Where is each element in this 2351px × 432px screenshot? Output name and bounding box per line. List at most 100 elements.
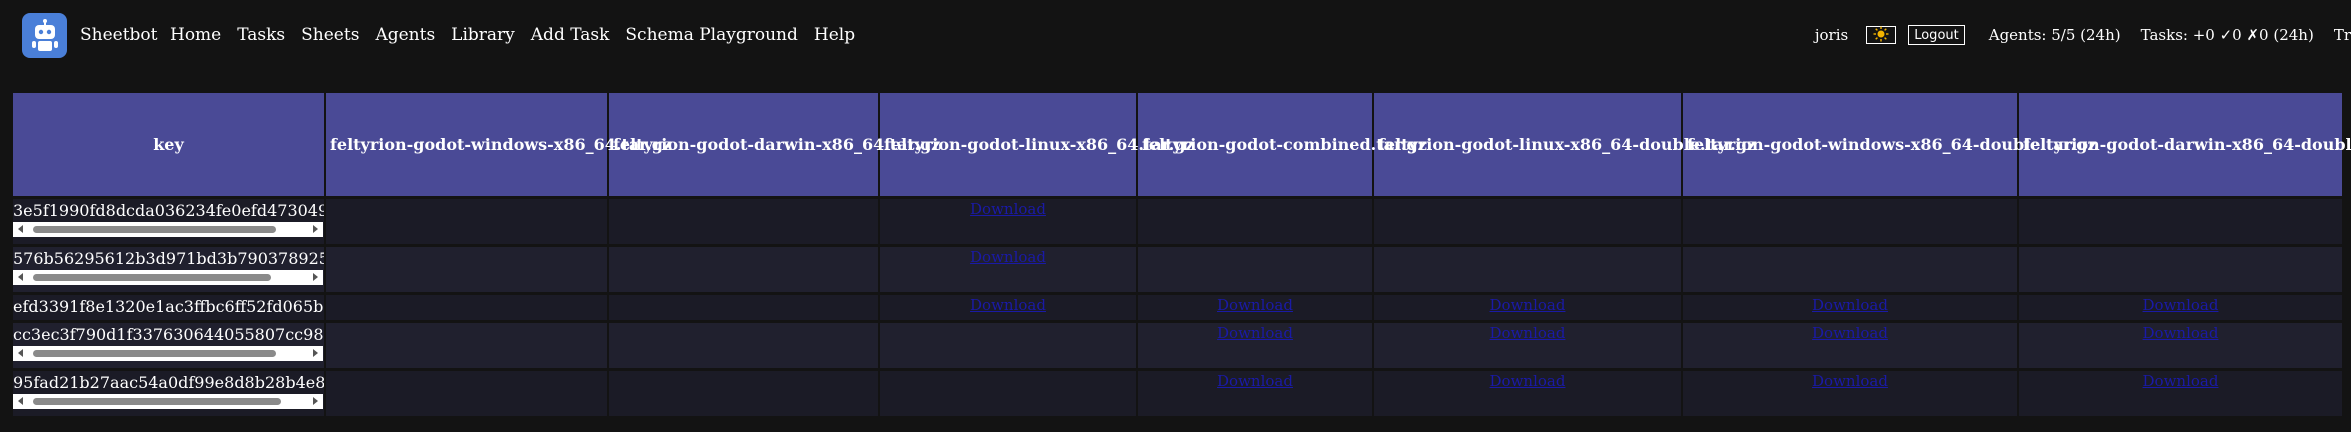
username: joris (1814, 26, 1849, 44)
artifact-cell (325, 293, 609, 323)
download-link[interactable]: Download (970, 247, 1046, 266)
robot-icon[interactable] (22, 13, 67, 58)
artifact-cell: Download (1373, 369, 1683, 419)
table-row: cc3ec3f790d1f337630644055807cc98ecdeaf0c… (13, 321, 2344, 371)
brand-name[interactable]: Sheetbot (80, 25, 158, 45)
nav-library[interactable]: Library (451, 25, 515, 45)
column-header: feltyrion-godot-linux-x86_64.tar.gz (879, 93, 1195, 199)
horizontal-scrollbar[interactable] (13, 222, 323, 237)
artifact-cell (325, 245, 609, 295)
artifact-cell: Download (1373, 321, 1683, 371)
download-link[interactable]: Download (1217, 295, 1293, 314)
artifact-cell: Download (879, 293, 1138, 323)
download-link[interactable]: Download (970, 295, 1046, 314)
horizontal-scrollbar[interactable] (13, 394, 323, 409)
truncated-stat: Tr (2333, 26, 2351, 44)
nav-home[interactable]: Home (170, 25, 221, 45)
artifact-cell (879, 321, 1138, 371)
artifact-cell (608, 245, 880, 295)
nav-agents[interactable]: Agents (375, 25, 435, 45)
artifact-cell (1373, 197, 1683, 247)
scrollbar-thumb[interactable] (33, 226, 276, 233)
download-link[interactable]: Download (1217, 371, 1293, 390)
header-row: key feltyrion-godot-windows-x86_64.tar.g… (13, 93, 2351, 199)
row-key: cc3ec3f790d1f337630644055807cc98ecdeaf0c (13, 325, 324, 344)
artifact-cell: Download (2018, 369, 2344, 419)
scroll-right-icon[interactable] (313, 225, 318, 233)
scrollbar-thumb[interactable] (33, 398, 281, 405)
artifact-cell (1373, 245, 1683, 295)
row-key: efd3391f8e1320e1ac3ffbc6ff52fd065b7dc92f (13, 297, 324, 316)
theme-toggle-button[interactable] (1866, 26, 1897, 45)
artifact-cell (1682, 245, 2019, 295)
download-link[interactable]: Download (1812, 295, 1888, 314)
nav-tasks[interactable]: Tasks (237, 25, 285, 45)
row-key: 576b56295612b3d971bd3b790378925e331f98 (13, 249, 324, 268)
nav-help[interactable]: Help (814, 25, 855, 45)
download-link[interactable]: Download (1490, 295, 1566, 314)
column-header: feltyrion-godot-darwin-x86_64.tar.gz (608, 93, 940, 199)
download-link[interactable]: Download (2143, 323, 2219, 342)
table-row: 576b56295612b3d971bd3b790378925e331f98 Do… (13, 245, 2344, 295)
column-header: feltyrion-godot-linux-x86_64-double.tar.… (1373, 93, 1756, 199)
artifact-cell: Download (1373, 293, 1683, 323)
artifact-cell: Download (2018, 293, 2344, 323)
artifact-cell (325, 369, 609, 419)
artifact-cell: Download (1137, 369, 1374, 419)
artifact-cell (1682, 197, 2019, 247)
key-cell: 95fad21b27aac54a0df99e8d8b28b4e8ef8224d1 (13, 369, 326, 419)
row-key: 95fad21b27aac54a0df99e8d8b28b4e8ef8224d1 (13, 373, 324, 392)
artifact-cell (1137, 245, 1374, 295)
table-row: 3e5f1990fd8dcda036234fe0efd47304922df528… (13, 197, 2344, 247)
artifact-cell: Download (879, 197, 1138, 247)
scroll-left-icon[interactable] (18, 397, 23, 405)
download-link[interactable]: Download (1217, 323, 1293, 342)
nav-sheets[interactable]: Sheets (301, 25, 359, 45)
agents-stat: Agents: 5/5 (24h) (1988, 26, 2121, 44)
artifact-cell: Download (1682, 321, 2019, 371)
table-row: 95fad21b27aac54a0df99e8d8b28b4e8ef8224d1… (13, 369, 2344, 419)
scrollbar-thumb[interactable] (33, 350, 276, 357)
scrollbar-thumb[interactable] (33, 274, 271, 281)
sheet-table-container: key feltyrion-godot-windows-x86_64.tar.g… (13, 93, 2351, 419)
scroll-left-icon[interactable] (18, 273, 23, 281)
artifact-cell: Download (1682, 293, 2019, 323)
scroll-right-icon[interactable] (313, 397, 318, 405)
scroll-right-icon[interactable] (313, 349, 318, 357)
key-cell: cc3ec3f790d1f337630644055807cc98ecdeaf0c (13, 321, 326, 371)
top-navbar: Sheetbot Home Tasks Sheets Agents Librar… (0, 0, 2351, 70)
download-link[interactable]: Download (1812, 371, 1888, 390)
artifact-cell (879, 369, 1138, 419)
artifact-cell (325, 197, 609, 247)
nav-add-task[interactable]: Add Task (531, 25, 610, 45)
artifact-cell (608, 369, 880, 419)
download-link[interactable]: Download (970, 199, 1046, 218)
download-link[interactable]: Download (1490, 323, 1566, 342)
horizontal-scrollbar[interactable] (13, 270, 323, 285)
artifact-cell: Download (1137, 321, 1374, 371)
download-link[interactable]: Download (1812, 323, 1888, 342)
artifact-cell: Download (1682, 369, 2019, 419)
tasks-stat: Tasks: +0 ✓0 ✗0 (24h) (2140, 26, 2314, 44)
horizontal-scrollbar[interactable] (13, 346, 323, 361)
column-header-key: key (13, 93, 326, 199)
row-key: 3e5f1990fd8dcda036234fe0efd47304922df528 (13, 201, 324, 220)
scroll-left-icon[interactable] (18, 225, 23, 233)
sun-icon (1873, 26, 1889, 45)
scroll-left-icon[interactable] (18, 349, 23, 357)
nav-schema-playground[interactable]: Schema Playground (625, 25, 797, 45)
table-body: 3e5f1990fd8dcda036234fe0efd47304922df528… (13, 197, 2344, 419)
download-link[interactable]: Download (2143, 295, 2219, 314)
scroll-right-icon[interactable] (313, 273, 318, 281)
logout-button[interactable]: Logout (1908, 25, 1965, 45)
download-link[interactable]: Download (2143, 371, 2219, 390)
main-nav: Home Tasks Sheets Agents Library Add Tas… (170, 25, 871, 45)
column-header: feltyrion-godot-combined.tar.gz (1137, 93, 1427, 199)
artifact-cell (608, 321, 880, 371)
column-header: feltyrion-godot-darwin-x86_64-double.tar… (2018, 93, 2351, 199)
artifact-cell (608, 197, 880, 247)
artifact-cell: Download (1137, 293, 1374, 323)
download-link[interactable]: Download (1490, 371, 1566, 390)
artifact-cell (325, 321, 609, 371)
artifact-cell: Download (879, 245, 1138, 295)
